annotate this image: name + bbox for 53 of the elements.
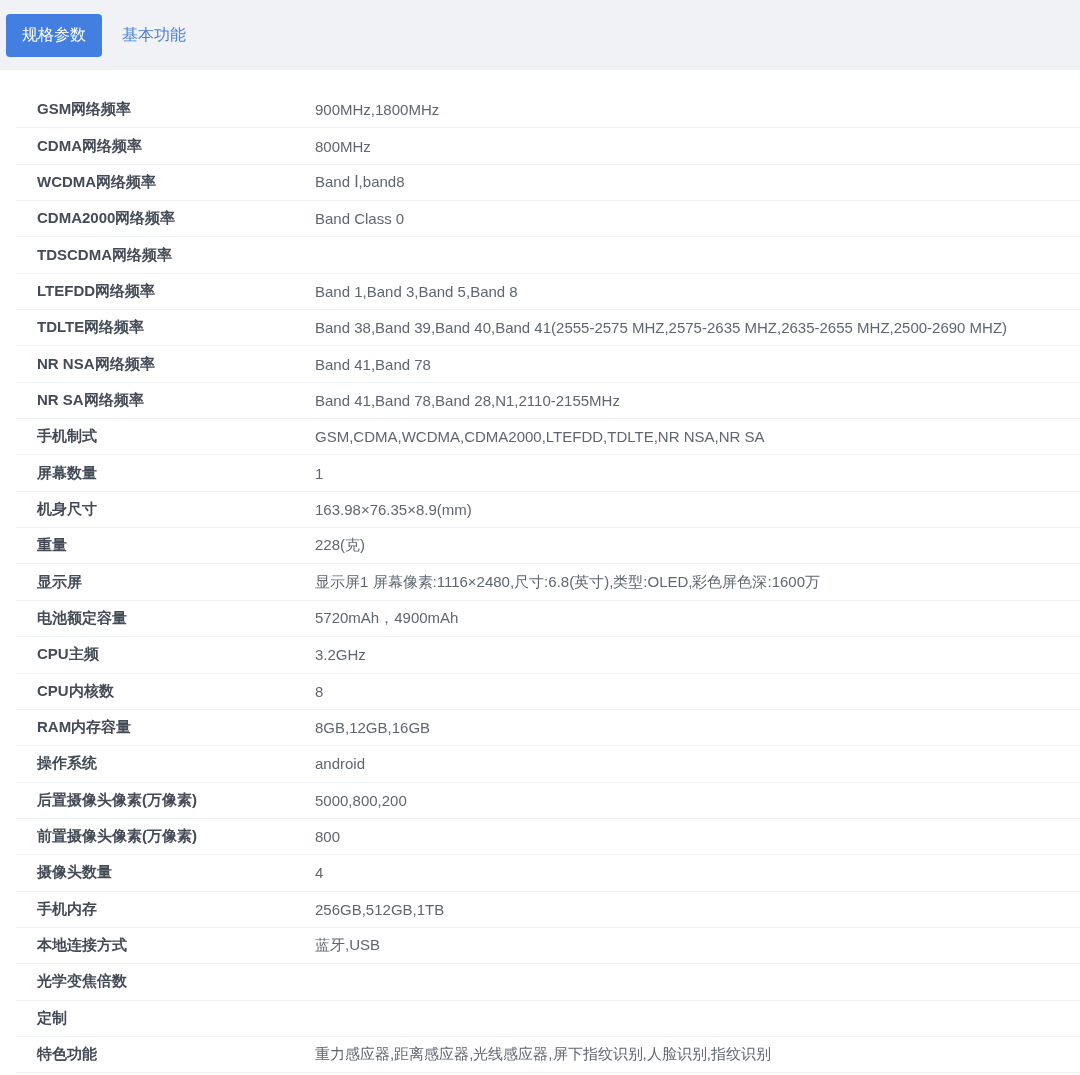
spec-value: Band 41,Band 78,Band 28,N1,2110-2155MHz xyxy=(315,391,620,409)
spec-value: Band 41,Band 78 xyxy=(315,355,431,373)
spec-value: 蓝牙,USB xyxy=(315,936,380,956)
spec-value: 重力感应器,距离感应器,光线感应器,屏下指纹识别,人脸识别,指纹识别 xyxy=(315,1045,771,1065)
spec-value: 3.2GHz xyxy=(315,646,366,664)
spec-label: CDMA2000网络频率 xyxy=(37,209,177,229)
spec-value: android xyxy=(315,755,366,773)
spec-label: 摄像头数量 xyxy=(37,863,113,883)
spec-label: NR SA网络频率 xyxy=(37,390,145,410)
spec-label: 后置摄像头像素(万像素) xyxy=(37,790,198,810)
spec-value: 256GB,512GB,1TB xyxy=(315,900,445,918)
spec-label: 操作系统 xyxy=(37,754,98,774)
spec-label: 电池额定容量 xyxy=(37,609,128,628)
spec-label: WCDMA网络频率 xyxy=(37,172,158,192)
spec-label: GSM网络频率 xyxy=(37,100,133,120)
spec-label: 手机制式 xyxy=(37,427,98,447)
spec-value: 8GB,12GB,16GB xyxy=(315,719,431,736)
spec-value: 228(克) xyxy=(315,536,366,556)
spec-value: 800MHz xyxy=(315,137,371,155)
spec-value: Band 38,Band 39,Band 40,Band 41(2555-2575 MHZ,2575-2635 MHZ,2635-2655 MHZ,2500-2690 MHZ) xyxy=(315,319,1008,337)
spec-label: CPU主频 xyxy=(37,645,100,665)
spec-label: 前置摄像头像素(万像素) xyxy=(37,827,198,847)
spec-value: 8 xyxy=(315,682,324,700)
spec-label: 特色功能 xyxy=(37,1045,98,1065)
spec-label: 光学变焦倍数 xyxy=(37,972,128,992)
spec-value: 显示屏1 屏幕像素:1116×2480,尺寸:6.8(英寸),类型:OLED,彩色屏色深:1600万 xyxy=(315,572,820,592)
spec-value: 5000,800,200 xyxy=(315,791,407,809)
spec-value: Band 1,Band 3,Band 5,Band 8 xyxy=(315,282,518,300)
spec-label: NR NSA网络频率 xyxy=(37,354,156,374)
spec-value: Band Ⅰ,band8 xyxy=(315,173,405,192)
spec-value: GSM,CDMA,WCDMA,CDMA2000,LTEFDD,TDLTE,NR NSA,NR SA xyxy=(315,428,765,446)
spec-value: 800 xyxy=(315,828,341,846)
spec-label: 本地连接方式 xyxy=(37,936,128,956)
spec-label: 机身尺寸 xyxy=(37,499,98,519)
spec-label: 定制 xyxy=(37,1008,68,1028)
spec-value: Band Class 0 xyxy=(315,210,405,228)
tab[interactable]: 规格参数 xyxy=(6,14,102,57)
spec-label: TDSCDMA网络频率 xyxy=(37,245,173,265)
spec-label: CPU内核数 xyxy=(37,681,115,701)
spec-label: 显示屏 xyxy=(37,572,83,592)
tab[interactable]: 基本功能 xyxy=(106,14,202,57)
spec-label: TDLTE网络频率 xyxy=(37,318,146,338)
spec-value: 4 xyxy=(315,864,324,882)
spec-value: 163.98×76.35×8.9(mm) xyxy=(315,500,472,518)
spec-value: 900MHz,1800MHz xyxy=(315,101,440,119)
spec-label: CDMA网络频率 xyxy=(37,136,143,156)
spec-label: 手机内存 xyxy=(37,899,98,919)
spec-value: 5720mAh，4900mAh xyxy=(315,609,459,628)
spec-label: 重量 xyxy=(37,536,68,556)
spec-value: 1 xyxy=(315,464,324,482)
spec-label: 屏幕数量 xyxy=(37,463,98,483)
spec-label: LTEFDD网络频率 xyxy=(37,281,157,301)
spec-label: RAM内存容量 xyxy=(37,718,133,737)
